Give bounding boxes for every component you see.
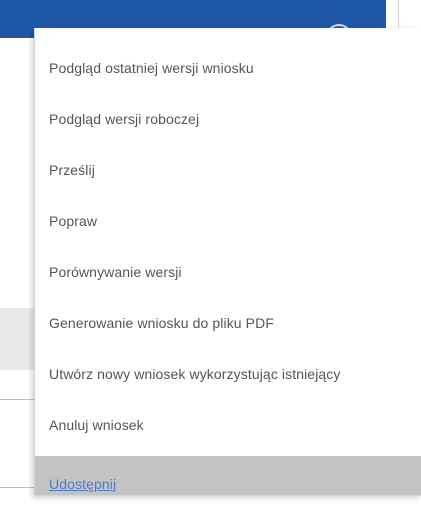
background-divider (0, 399, 34, 400)
menu-item-correct[interactable]: Popraw (35, 195, 421, 246)
actions-dropdown-menu: Podgląd ostatniej wersji wniosku Podgląd… (34, 28, 421, 496)
menu-item-submit[interactable]: Prześlij (35, 144, 421, 195)
background-panel (0, 308, 34, 370)
menu-item-cancel-application[interactable]: Anuluj wniosek (35, 399, 421, 450)
menu-item-generate-pdf[interactable]: Generowanie wniosku do pliku PDF (35, 297, 421, 348)
background-divider (0, 487, 34, 488)
header-divider (398, 0, 399, 30)
menu-item-preview-latest-version[interactable]: Podgląd ostatniej wersji wniosku (35, 42, 421, 93)
menu-item-compare-versions[interactable]: Porównywanie wersji (35, 246, 421, 297)
menu-item-share[interactable]: Udostępnij (35, 456, 421, 495)
menu-item-preview-draft[interactable]: Podgląd wersji roboczej (35, 93, 421, 144)
menu-item-create-from-existing[interactable]: Utwórz nowy wniosek wykorzystując istnie… (35, 348, 421, 399)
actions-menu-list: Podgląd ostatniej wersji wniosku Podgląd… (35, 42, 421, 495)
